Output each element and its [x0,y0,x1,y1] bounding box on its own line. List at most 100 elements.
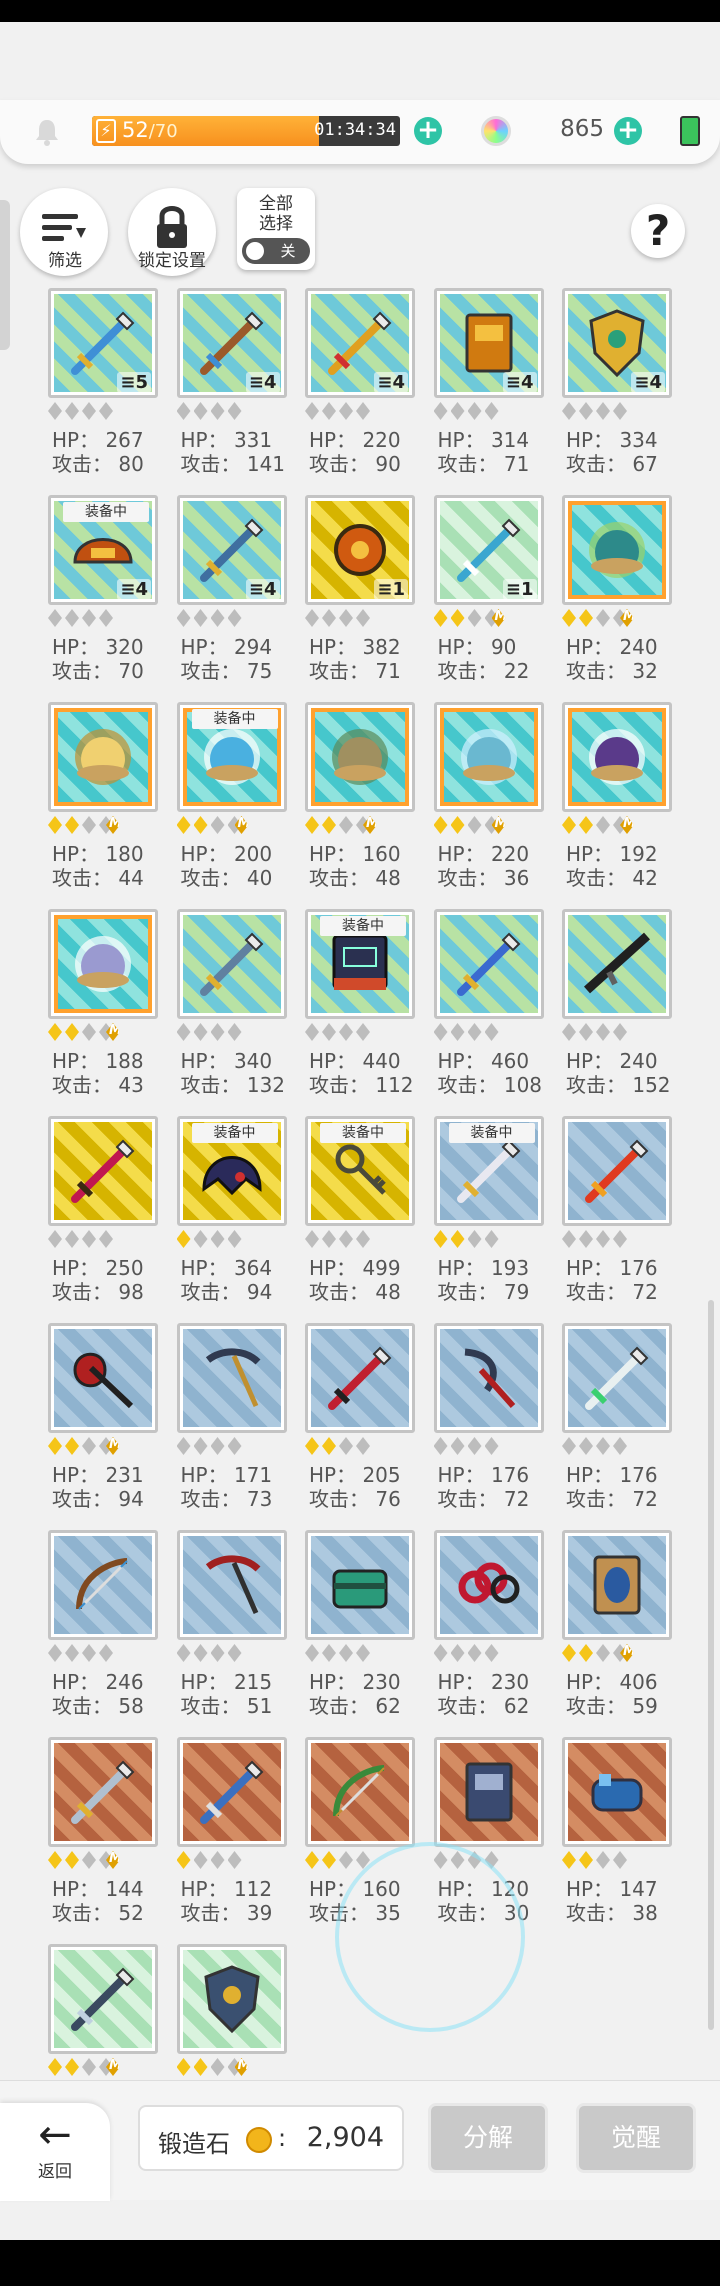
equipment-card[interactable]: ≡5 HP： 267 攻击： 80 [42,286,160,486]
equipment-card[interactable]: HP： 112 攻击： 39 [171,1735,289,1935]
item-frame[interactable] [433,702,544,812]
decompose-button[interactable]: 分解 [428,2103,548,2173]
equipment-card[interactable]: HP： 205 攻击： 76 [299,1321,417,1521]
add-gems-button[interactable]: + [614,117,642,145]
item-frame[interactable]: 装备中 [176,702,287,812]
equipment-card[interactable]: MAX HP： 231 攻击： 94 [42,1321,160,1521]
equipment-card[interactable]: 装备中 ≡4 HP： 320 攻击： 70 [42,493,160,693]
item-frame[interactable] [48,702,158,812]
item-frame[interactable]: ≡1 [433,495,544,605]
item-frame[interactable] [48,1944,158,2054]
item-frame[interactable]: 装备中 [176,1116,287,1226]
help-button[interactable]: ? [631,204,685,258]
equipment-card[interactable]: HP： 240 攻击： 152 [556,907,674,1107]
equipment-card[interactable]: ≡1 MAX HP： 90 攻击： 22 [428,493,546,693]
item-frame[interactable] [562,1530,672,1640]
equipment-card[interactable]: HP： 176 攻击： 72 [556,1114,674,1314]
back-button[interactable]: ← 返回 [0,2103,110,2201]
select-all-toggle-panel[interactable]: 全部 选择 关 [237,188,315,270]
item-frame[interactable] [433,909,544,1019]
item-frame[interactable] [176,1737,287,1847]
item-frame[interactable] [48,1530,158,1640]
equipment-card[interactable]: MAX HP： 220 攻击： 36 [428,700,546,900]
equipment-card[interactable]: MAX HP： 406 攻击： 59 [556,1528,674,1728]
select-all-switch[interactable]: 关 [242,238,310,264]
item-frame[interactable] [176,1944,287,2054]
item-frame[interactable] [305,702,415,812]
equipment-card[interactable]: HP： 230 攻击： 62 [299,1528,417,1728]
item-frame[interactable] [48,909,158,1019]
equipment-card[interactable]: MAX HP： 160 攻击： 48 [299,700,417,900]
item-frame[interactable]: ≡4 [305,288,415,398]
item-frame[interactable] [562,702,672,812]
equipment-card[interactable]: 装备中 MAX HP： 200 攻击： 40 [171,700,289,900]
equipment-card[interactable]: ≡4 HP： 334 攻击： 67 [556,286,674,486]
item-frame[interactable]: 装备中 ≡4 [48,495,158,605]
item-frame[interactable] [176,1323,287,1433]
equipment-card[interactable]: ≡4 HP： 314 攻击： 71 [428,286,546,486]
item-frame[interactable] [433,1323,544,1433]
item-frame[interactable] [562,495,672,605]
attack-stat: 攻击： 42 [566,866,658,890]
equipment-card[interactable]: HP： 215 攻击： 51 [171,1528,289,1728]
item-frame[interactable]: ≡4 [433,288,544,398]
awaken-button[interactable]: 觉醒 [576,2103,696,2173]
item-frame[interactable] [305,1737,415,1847]
battery-icon [680,116,700,146]
item-frame[interactable]: 装备中 [433,1116,544,1226]
equipment-card[interactable]: ≡4 HP： 331 攻击： 141 [171,286,289,486]
equipment-card[interactable]: 装备中 HP： 499 攻击： 48 [299,1114,417,1314]
equipment-card[interactable]: MAX HP： 192 攻击： 42 [556,700,674,900]
equipment-card[interactable]: MAX HP： 144 攻击： 52 [42,1735,160,1935]
item-frame[interactable] [562,1323,672,1433]
item-frame[interactable]: ≡1 [305,495,415,605]
item-frame[interactable] [562,1737,672,1847]
equipment-card[interactable]: HP： 460 攻击： 108 [428,907,546,1107]
bell-icon[interactable] [34,118,60,146]
equipment-card[interactable]: MAX HP： 240 攻击： 32 [556,493,674,693]
star-icon [48,609,62,627]
item-frame[interactable] [48,1737,158,1847]
equipment-card[interactable]: ≡4 HP： 294 攻击： 75 [171,493,289,693]
item-frame[interactable] [176,1530,287,1640]
equipment-card[interactable]: HP： 340 攻击： 132 [171,907,289,1107]
equipment-card[interactable]: HP： 246 攻击： 58 [42,1528,160,1728]
item-frame[interactable] [305,1323,415,1433]
equipment-card[interactable]: 装备中 HP： 193 攻击： 79 [428,1114,546,1314]
item-frame[interactable] [433,1737,544,1847]
item-frame[interactable]: ≡4 [176,288,287,398]
switch-label: 关 [280,242,296,260]
item-frame[interactable] [562,1116,672,1226]
equipment-card[interactable]: HP： 147 攻击： 38 [556,1735,674,1935]
item-frame[interactable] [305,1530,415,1640]
scrollbar[interactable] [708,1300,714,2030]
star-rating [176,609,245,629]
item-frame[interactable] [48,1116,158,1226]
item-frame[interactable] [48,1323,158,1433]
star-icon [450,1437,465,1455]
item-frame[interactable]: ≡4 [176,495,287,605]
equipment-card[interactable]: HP： 250 攻击： 98 [42,1114,160,1314]
add-stamina-button[interactable]: + [414,117,442,145]
equipment-card[interactable]: HP： 176 攻击： 72 [428,1321,546,1521]
equipment-card[interactable]: HP： 176 攻击： 72 [556,1321,674,1521]
equipment-card[interactable]: MAX HP： 180 攻击： 44 [42,700,160,900]
equipment-card[interactable]: 装备中 HP： 364 攻击： 94 [171,1114,289,1314]
item-frame[interactable] [176,909,287,1019]
star-icon [176,1230,191,1248]
equipment-card[interactable]: ≡4 HP： 220 攻击： 90 [299,286,417,486]
item-frame[interactable]: 装备中 [305,1116,415,1226]
equipment-card[interactable]: ≡1 HP： 382 攻击： 71 [299,493,417,693]
equipment-card[interactable]: 装备中 HP： 440 攻击： 112 [299,907,417,1107]
item-frame[interactable]: ≡5 [48,288,158,398]
star-icon [596,1230,610,1248]
item-frame[interactable]: 装备中 [305,909,415,1019]
item-frame[interactable] [433,1530,544,1640]
star-icon [65,609,79,627]
item-frame[interactable] [562,909,672,1019]
equipment-card[interactable]: MAX HP： 188 攻击： 43 [42,907,160,1107]
side-tab-handle[interactable] [0,200,10,350]
equipment-card[interactable]: HP： 171 攻击： 73 [171,1321,289,1521]
equipment-card[interactable]: HP： 230 攻击： 62 [428,1528,546,1728]
item-frame[interactable]: ≡4 [562,288,672,398]
